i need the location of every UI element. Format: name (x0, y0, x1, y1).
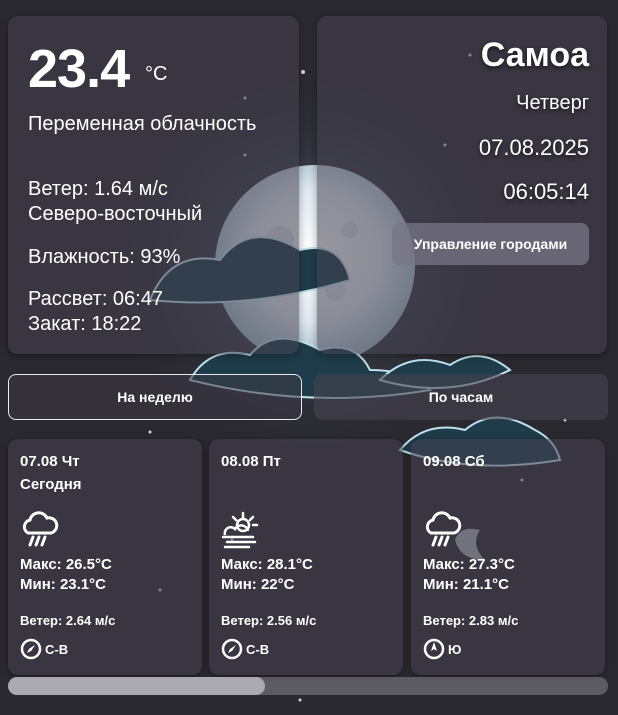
weather-description: Переменная облачность (28, 113, 257, 135)
current-time: 06:05:14 (503, 179, 589, 204)
forecast-card[interactable]: 08.08 Пт Макс: 28.1°C Мин: 22°C Ветер: 2… (209, 439, 403, 675)
current-weather-panel: 23.4 °C Переменная облачность Ветер: 1.6… (8, 16, 299, 354)
forecast-date: 09.08 Сб (423, 453, 485, 470)
compass-icon (423, 638, 445, 660)
forecast-min: Мин: 22°C (221, 576, 295, 593)
forecast-wind-direction: Ю (423, 638, 461, 660)
wind-direction-label: Ю (448, 641, 462, 657)
forecast-wind-direction: С-В (221, 638, 269, 660)
forecast-wind: Ветер: 2.64 м/с (20, 613, 116, 628)
current-date: 07.08.2025 (478, 135, 589, 160)
weekday: Четверг (516, 92, 589, 114)
compass-icon (221, 638, 243, 660)
wind-direction-label: С-В (246, 641, 270, 657)
forecast-max: Макс: 28.1°C (221, 556, 313, 573)
rain-cloud-icon (22, 511, 59, 547)
location-panel: Самоа Четверг 07.08.2025 06:05:14 Управл… (317, 16, 607, 354)
wind-direction-label: С-В (45, 641, 69, 657)
city-name: Самоа (480, 36, 589, 74)
manage-cities-button[interactable]: Управление городами (392, 223, 589, 265)
forecast-card[interactable]: 09.08 Сб Макс: 27.3°C Мин: 21.1°C Ветер:… (411, 439, 605, 675)
forecast-max: Макс: 26.5°C (20, 556, 112, 573)
wind-direction: Северо-восточный (28, 203, 203, 225)
forecast-today-label: Сегодня (20, 476, 82, 493)
rain-cloud-icon (425, 511, 462, 547)
forecast-min: Мин: 23.1°C (20, 576, 106, 593)
sunset-time: Закат: 18:22 (28, 313, 142, 335)
compass-icon (20, 638, 42, 660)
forecast-wind-direction: С-В (20, 638, 68, 660)
sunrise-time: Рассвет: 06:47 (28, 288, 163, 310)
temperature-unit: °C (145, 63, 168, 85)
sun-fog-icon (221, 511, 259, 549)
forecast-wind: Ветер: 2.56 м/с (221, 613, 317, 628)
wind-info: Ветер: 1.64 м/с Северо-восточный (28, 177, 202, 227)
forecast-scrollbar[interactable] (8, 677, 608, 695)
sun-times: Рассвет: 06:47 Закат: 18:22 (28, 287, 163, 337)
forecast-date: 08.08 Пт (221, 453, 281, 470)
current-temperature: 23.4 (28, 39, 130, 99)
tab-hourly[interactable]: По часам (314, 374, 608, 420)
wind-speed: Ветер: 1.64 м/с (28, 178, 168, 200)
tab-week[interactable]: На неделю (8, 374, 302, 420)
forecast-card[interactable]: 07.08 Чт Сегодня Макс: 26.5°C Мин: 23.1°… (8, 439, 202, 675)
scrollbar-thumb[interactable] (8, 677, 265, 695)
forecast-min: Мин: 21.1°C (423, 576, 509, 593)
forecast-max: Макс: 27.3°C (423, 556, 515, 573)
forecast-date: 07.08 Чт (20, 453, 80, 470)
forecast-wind: Ветер: 2.83 м/с (423, 613, 519, 628)
humidity: Влажность: 93% (28, 246, 181, 268)
